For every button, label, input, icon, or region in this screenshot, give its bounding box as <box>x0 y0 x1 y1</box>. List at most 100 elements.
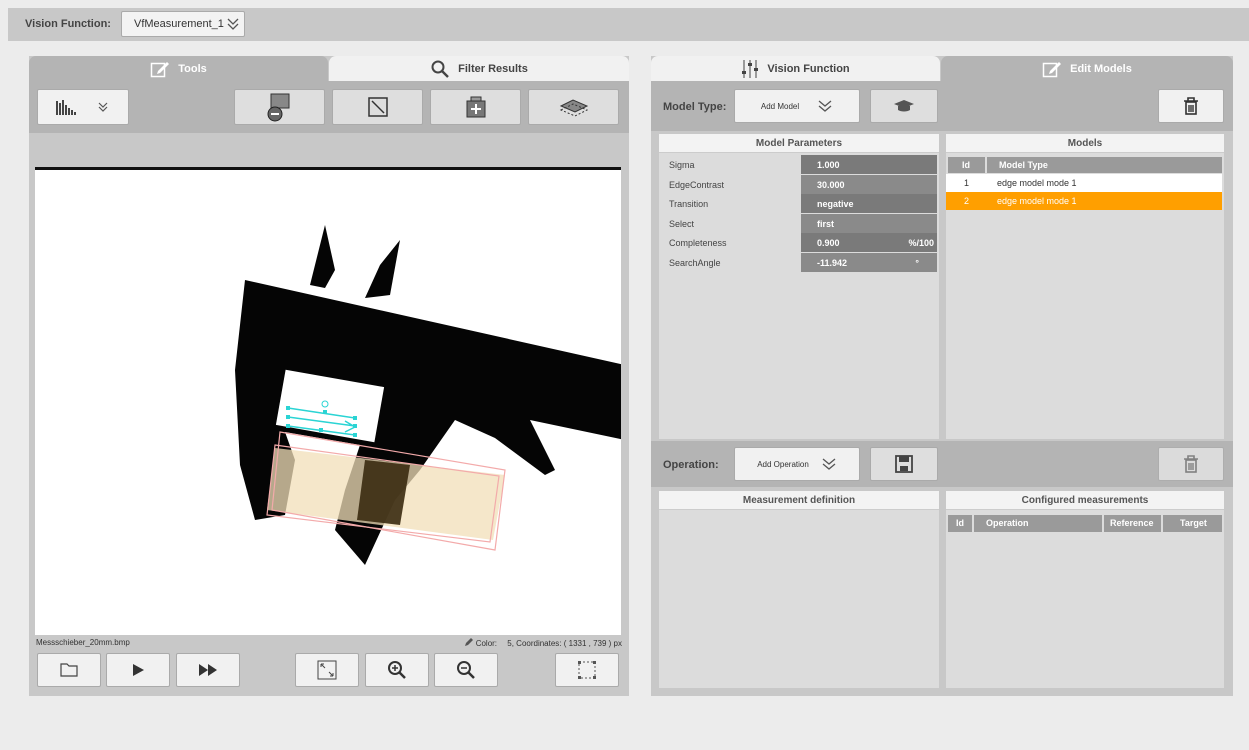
param-value[interactable]: 1.000 <box>801 155 937 174</box>
models-header-type: Model Type <box>987 157 1222 173</box>
add-model-dropdown[interactable]: Add Model <box>734 89 860 123</box>
add-image-tool-button[interactable] <box>430 89 521 125</box>
param-value[interactable]: 30.000 <box>801 175 937 194</box>
edit-icon <box>1042 61 1062 77</box>
play-button[interactable] <box>106 653 170 687</box>
fast-forward-icon <box>199 664 217 676</box>
model-type: edge model mode 1 <box>997 178 1077 188</box>
play-icon <box>133 664 144 676</box>
param-name: EdgeContrast <box>669 180 725 190</box>
tab-filter-results-label: Filter Results <box>458 62 528 75</box>
param-name: Completeness <box>669 238 727 248</box>
save-icon <box>895 455 913 473</box>
image-filename: Messschieber_20mm.bmp <box>36 638 130 647</box>
graduation-cap-icon <box>894 100 914 112</box>
histogram-dropdown[interactable] <box>37 89 129 125</box>
roi-shape-icon <box>267 93 289 122</box>
models-header-id: Id <box>948 157 985 173</box>
model-type-label: Model Type: <box>663 101 727 113</box>
measurement-definition-box: Measurement definition <box>659 491 939 688</box>
model-parameters-title: Model Parameters <box>659 134 939 153</box>
add-operation-dropdown[interactable]: Add Operation <box>734 447 860 481</box>
folder-icon <box>60 663 78 677</box>
image-canvas[interactable] <box>35 167 621 635</box>
color-label: Color: <box>475 639 498 648</box>
tab-edit-models-label: Edit Models <box>1070 62 1132 75</box>
models-title: Models <box>946 134 1224 153</box>
delete-model-button[interactable] <box>1158 89 1224 123</box>
operation-label: Operation: <box>663 459 719 471</box>
param-value[interactable]: negative <box>801 194 937 213</box>
rectangle-tool-button[interactable] <box>332 89 423 125</box>
model-id: 2 <box>964 196 970 206</box>
zoom-in-icon <box>388 661 406 679</box>
vision-function-dropdown[interactable]: VfMeasurement_1 <box>121 11 245 37</box>
param-unit: ° <box>915 258 919 268</box>
models-box: Models Id Model Type 1 edge model mode 1… <box>946 134 1224 439</box>
tab-tools-label: Tools <box>178 62 207 75</box>
search-icon <box>431 60 450 78</box>
param-row-completeness[interactable]: Completeness 0.900 %/100 <box>659 233 937 252</box>
measurement-definition-title: Measurement definition <box>659 491 939 510</box>
image-status-bar: Messschieber_20mm.bmp Color: 5, Coordina… <box>35 637 622 649</box>
param-row-edgecontrast[interactable]: EdgeContrast 30.000 <box>659 175 937 194</box>
tab-tools[interactable]: Tools <box>29 56 328 81</box>
roi-tool-button[interactable] <box>234 89 325 125</box>
tab-edit-models[interactable]: Edit Models <box>941 56 1233 81</box>
tab-vision-function-label: Vision Function <box>767 62 850 75</box>
param-name: Transition <box>669 199 709 209</box>
open-file-button[interactable] <box>37 653 101 687</box>
cm-header-reference: Reference <box>1104 515 1161 532</box>
param-name: SearchAngle <box>669 258 721 268</box>
histogram-icon <box>56 100 76 115</box>
caliper-image <box>235 225 621 565</box>
train-model-button[interactable] <box>870 89 938 123</box>
model-parameters-box: Model Parameters Sigma 1.000 EdgeContrast… <box>659 134 939 439</box>
param-value[interactable]: first <box>801 214 937 233</box>
pencil-icon <box>465 638 474 646</box>
zoom-out-button[interactable] <box>434 653 498 687</box>
layers-tool-button[interactable] <box>528 89 619 125</box>
rectangle-diagonal-icon <box>367 97 388 117</box>
coordinates-readout: 5, Coordinates: ( 1331 , 739 ) px <box>507 639 622 648</box>
tab-filter-results[interactable]: Filter Results <box>329 56 629 81</box>
selection-frame-icon <box>578 661 596 679</box>
selection-frame-button[interactable] <box>555 653 619 687</box>
add-model-label: Add Model <box>760 101 800 111</box>
param-value[interactable]: 0.900 %/100 <box>801 233 937 252</box>
vision-function-value: VfMeasurement_1 <box>134 18 224 30</box>
configured-measurements-box: Configured measurements Id Operation Ref… <box>946 491 1224 688</box>
param-unit: %/100 <box>908 238 934 248</box>
param-row-transition[interactable]: Transition negative <box>659 194 937 213</box>
cm-header-id: Id <box>948 515 972 532</box>
param-name: Select <box>669 219 695 229</box>
layers-icon <box>559 99 588 117</box>
chevron-double-down-icon <box>227 18 239 30</box>
model-row-1[interactable]: 1 edge model mode 1 <box>946 174 1222 192</box>
param-row-select[interactable]: Select first <box>659 214 937 233</box>
chevron-double-down-icon <box>818 100 832 112</box>
tab-vision-function[interactable]: Vision Function <box>651 56 940 81</box>
cm-header-target: Target <box>1163 515 1222 532</box>
param-name: Sigma <box>669 160 695 170</box>
model-type: edge model mode 1 <box>997 196 1077 206</box>
zoom-out-icon <box>457 661 475 679</box>
fast-forward-button[interactable] <box>176 653 240 687</box>
add-operation-label: Add Operation <box>757 459 809 469</box>
param-row-sigma[interactable]: Sigma 1.000 <box>659 155 937 174</box>
fit-to-window-button[interactable] <box>295 653 359 687</box>
configured-measurements-title: Configured measurements <box>946 491 1224 510</box>
param-value[interactable]: -11.942 ° <box>801 253 937 272</box>
pixel-info: Color: 5, Coordinates: ( 1331 , 739 ) px <box>464 638 622 648</box>
zoom-in-button[interactable] <box>365 653 429 687</box>
save-operation-button[interactable] <box>870 447 938 481</box>
image-add-icon <box>466 96 485 118</box>
edit-icon <box>150 61 170 77</box>
model-row-2[interactable]: 2 edge model mode 1 <box>946 192 1222 210</box>
vision-function-label: Vision Function: <box>25 18 111 30</box>
fit-screen-icon <box>317 660 337 680</box>
param-row-searchangle[interactable]: SearchAngle -11.942 ° <box>659 253 937 272</box>
delete-operation-button[interactable] <box>1158 447 1224 481</box>
param-value-text: -11.942 <box>817 258 848 268</box>
cm-header-operation: Operation <box>974 515 1102 532</box>
